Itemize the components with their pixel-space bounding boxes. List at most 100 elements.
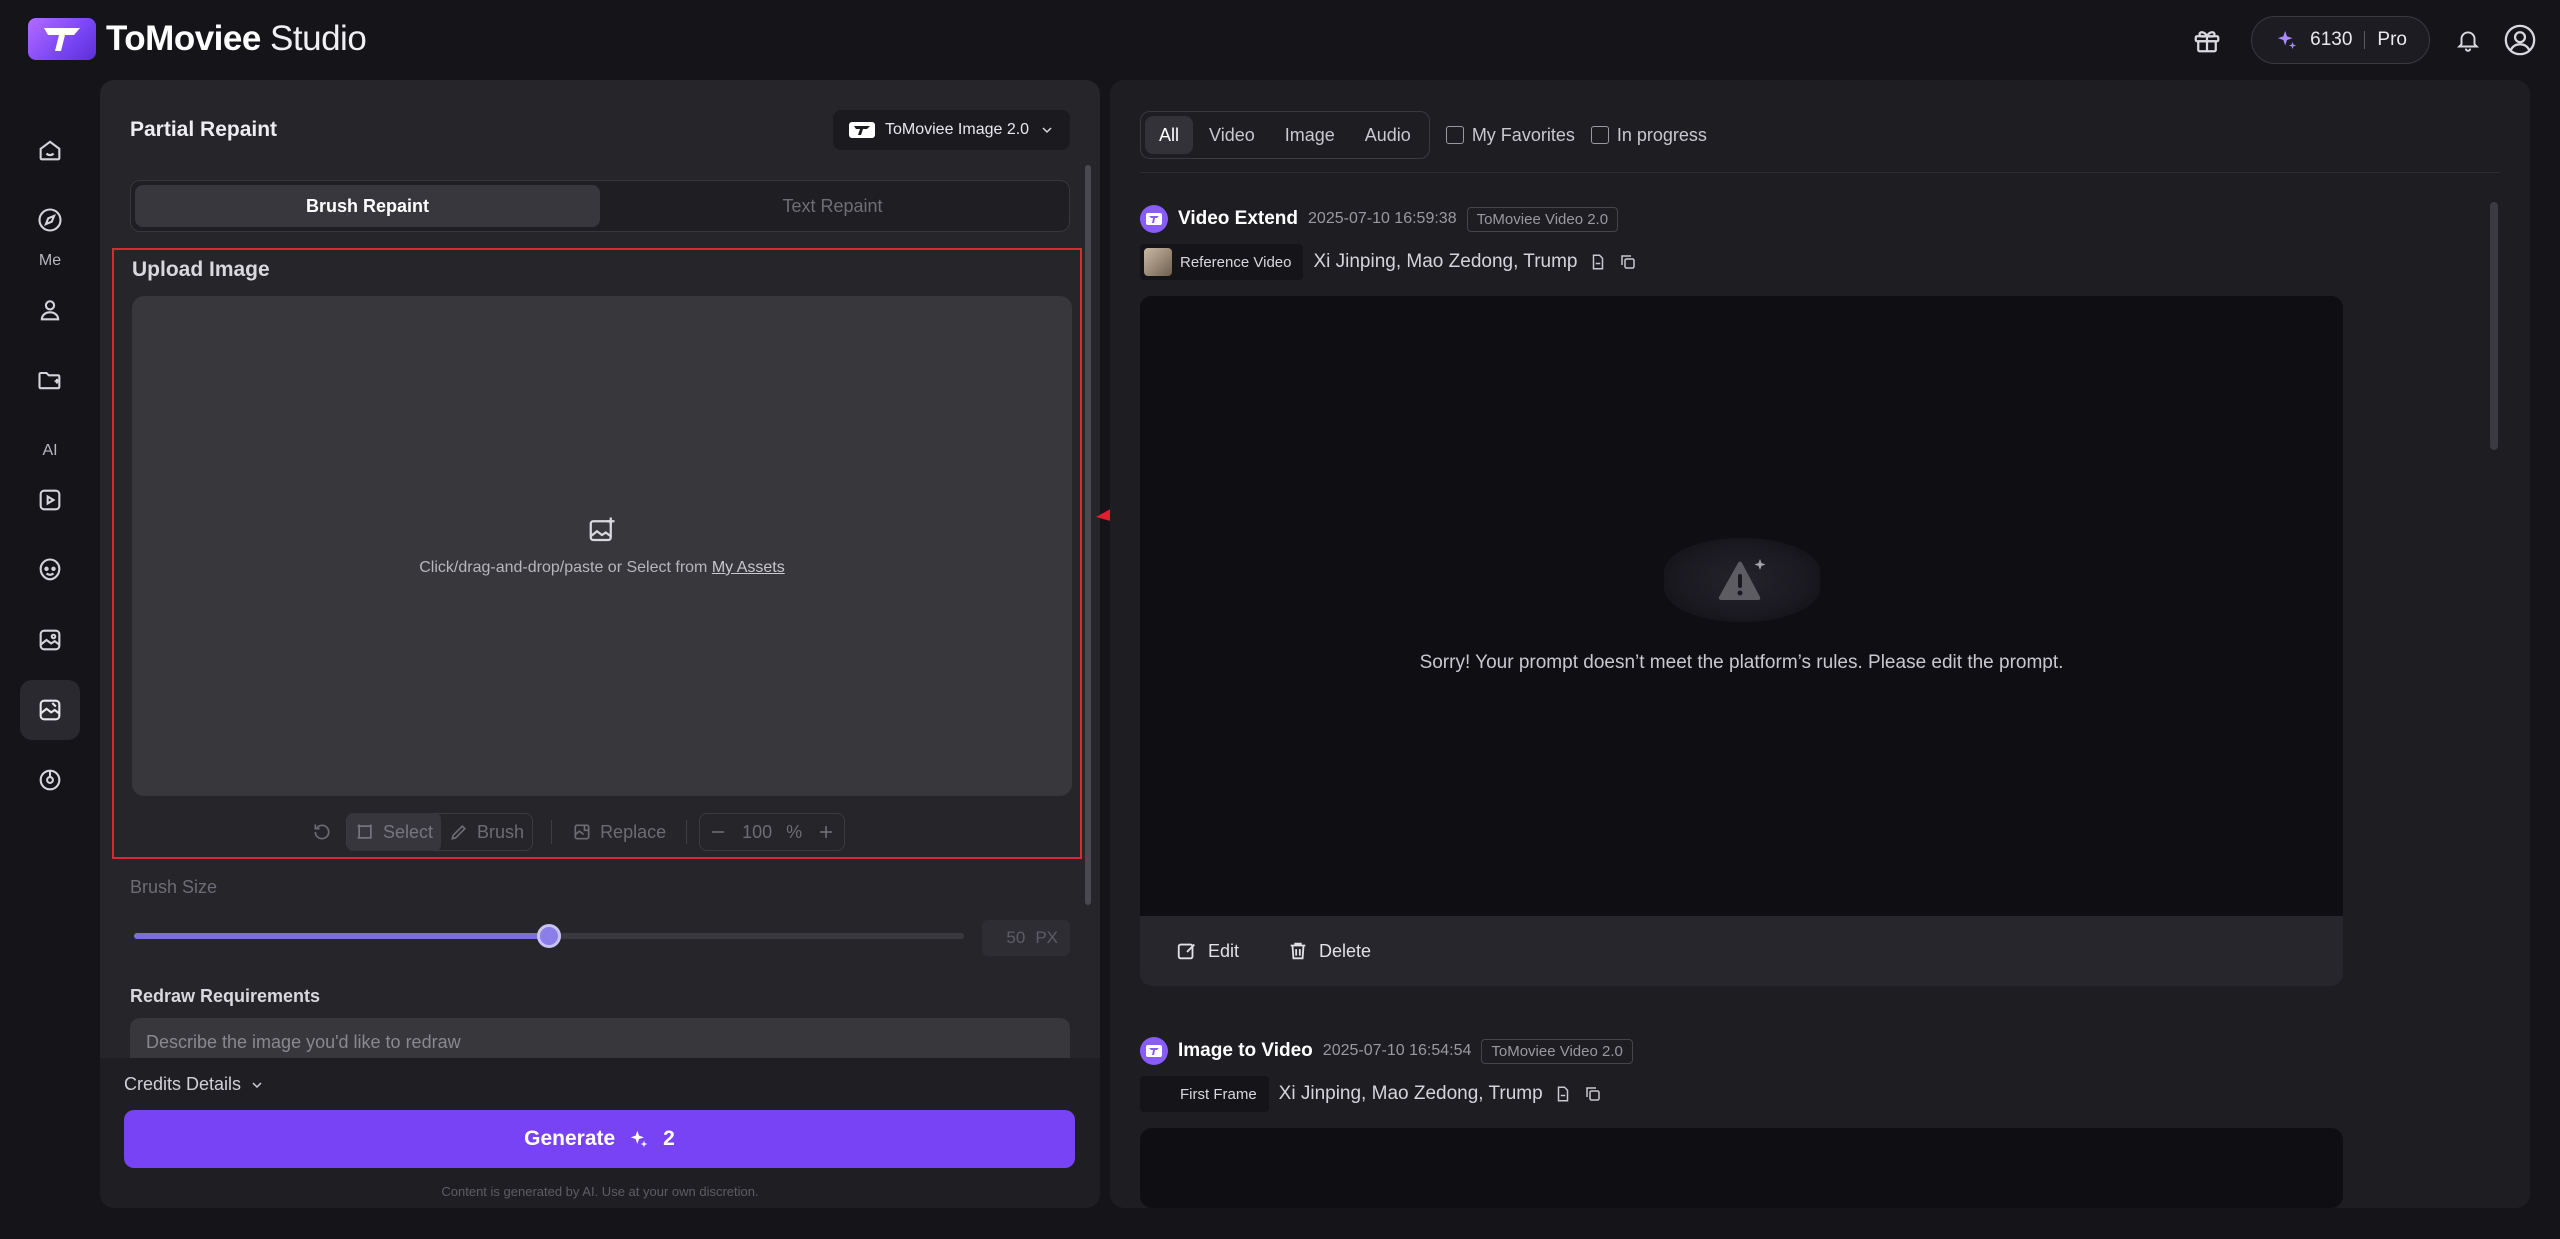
job-time: 2025-07-10 16:54:54 (1322, 1042, 1472, 1059)
redraw-requirements-label: Redraw Requirements (130, 986, 321, 1006)
upload-title: Upload Image (132, 258, 270, 281)
zoom-in-icon[interactable] (816, 822, 836, 842)
slider-handle[interactable] (537, 924, 561, 948)
result-card (1140, 1128, 2343, 1208)
first-frame-tag[interactable]: First Frame (1140, 1076, 1269, 1112)
credits-pill[interactable]: 6130 Pro (2251, 16, 2430, 64)
app-header: ToMoviee Studio 6130 Pro (0, 0, 2560, 80)
sidebar-audio-icon[interactable] (20, 750, 80, 810)
sidebar-image-gen-icon[interactable] (20, 610, 80, 670)
reference-thumbnail (1144, 248, 1172, 276)
select-icon (355, 822, 375, 842)
credits-count: 6130 (2310, 29, 2353, 50)
trash-icon (1287, 940, 1309, 962)
sidebar-folder-icon[interactable] (20, 350, 80, 410)
brand-logo[interactable]: ToMoviee Studio (28, 18, 367, 60)
sidebar-video-icon[interactable] (20, 470, 80, 530)
replace-icon (572, 822, 592, 842)
in-progress-checkbox[interactable]: In progress (1590, 124, 1707, 146)
image-to-video-icon (1140, 1037, 1168, 1065)
toolbar-divider (686, 820, 688, 844)
card-actions: Edit Delete (1140, 916, 2343, 986)
document-icon[interactable] (1588, 252, 1608, 272)
reference-video-tag[interactable]: Reference Video (1140, 244, 1304, 280)
copy-icon[interactable] (1583, 1084, 1603, 1104)
repaint-mode-tabs: Brush Repaint Text Repaint (130, 180, 1070, 232)
zoom-control: 100 % (699, 813, 846, 851)
zoom-unit: % (786, 821, 803, 842)
generate-button[interactable]: Generate 2 (124, 1110, 1075, 1168)
document-icon[interactable] (1553, 1084, 1573, 1104)
generate-cost: 2 (663, 1127, 675, 1150)
brush-size-input[interactable]: 50 PX (982, 920, 1070, 956)
result-card: Sorry! Your prompt doesn’t meet the plat… (1140, 296, 2343, 986)
brand-name: ToMoviee Studio (106, 19, 367, 58)
model-select-label: ToMoviee Image 2.0 (885, 121, 1030, 138)
sidebar-home-icon[interactable] (20, 120, 80, 180)
tab-brush-repaint[interactable]: Brush Repaint (135, 185, 600, 227)
gift-icon[interactable] (2187, 20, 2227, 60)
sparkle-icon (2276, 29, 2298, 51)
zoom-out-icon[interactable] (708, 822, 728, 842)
model-select[interactable]: ToMoviee Image 2.0 (833, 110, 1070, 150)
sparkle-icon (629, 1129, 649, 1149)
panel-footer: Credits Details Generate 2 Content is ge… (100, 1058, 1100, 1208)
sidebar-explore-icon[interactable] (20, 190, 80, 250)
edit-button[interactable]: Edit (1176, 940, 1239, 962)
user-avatar-icon[interactable] (2500, 20, 2540, 60)
add-image-icon (587, 515, 617, 545)
filter-video[interactable]: Video (1195, 116, 1269, 154)
brush-size-value: 50 (1006, 928, 1026, 947)
tab-text-repaint[interactable]: Text Repaint (600, 185, 1065, 227)
filter-bar: All Video Image Audio My Favorites In pr… (1140, 110, 1707, 160)
error-message: Sorry! Your prompt doesn’t meet the plat… (1419, 652, 2064, 673)
result-preview: Sorry! Your prompt doesn’t meet the plat… (1140, 296, 2343, 916)
reset-icon[interactable] (304, 813, 340, 851)
panel-title: Partial Repaint (130, 118, 278, 141)
job-details: First Frame Xi Jinping, Mao Zedong, Trum… (1140, 1076, 1603, 1112)
delete-label: Delete (1319, 940, 1372, 961)
job-model-badge: ToMoviee Video 2.0 (1481, 1038, 1633, 1064)
job-time: 2025-07-10 16:59:38 (1308, 210, 1457, 227)
replace-button[interactable]: Replace (564, 813, 674, 851)
bell-icon[interactable] (2448, 20, 2488, 60)
filter-image[interactable]: Image (1271, 116, 1349, 154)
chevron-down-icon (1039, 122, 1055, 138)
job-name: Image to Video (1178, 1040, 1313, 1061)
plan-label: Pro (2377, 29, 2407, 50)
credits-details-toggle[interactable]: Credits Details (124, 1074, 265, 1095)
replace-label: Replace (600, 821, 667, 842)
job-name: Video Extend (1178, 208, 1299, 229)
job-prompt: Xi Jinping, Mao Zedong, Trump (1278, 1083, 1543, 1104)
my-favorites-checkbox[interactable]: My Favorites (1445, 125, 1575, 146)
brush-icon (449, 822, 469, 842)
filter-audio[interactable]: Audio (1351, 116, 1425, 154)
brush-tool-button[interactable]: Brush (441, 813, 532, 851)
brush-size-slider[interactable] (134, 924, 964, 948)
zoom-value: 100 (742, 821, 773, 842)
checkbox-box[interactable] (1445, 126, 1464, 144)
reference-label: Reference Video (1180, 253, 1292, 271)
drop-instructions: Click/drag-and-drop/paste or Select from… (419, 559, 785, 576)
filter-divider (1140, 172, 2500, 173)
my-assets-link[interactable]: My Assets (712, 559, 785, 576)
results-scrollbar[interactable] (2490, 202, 2498, 450)
edit-icon (1176, 940, 1198, 962)
results-panel: All Video Image Audio My Favorites In pr… (1110, 80, 2530, 1208)
model-logo-icon (849, 122, 875, 138)
job-details: Reference Video Xi Jinping, Mao Zedong, … (1140, 244, 1638, 280)
panel-scrollbar[interactable] (1085, 165, 1091, 905)
sidebar-section-me: Me (38, 252, 62, 269)
delete-button[interactable]: Delete (1287, 940, 1371, 962)
in-progress-label: In progress (1616, 124, 1707, 145)
sidebar-avatar-ai-icon[interactable] (20, 540, 80, 600)
filter-all[interactable]: All (1145, 116, 1194, 154)
sidebar-profile-icon[interactable] (20, 280, 80, 340)
ai-disclaimer: Content is generated by AI. Use at your … (441, 1184, 759, 1199)
select-tool-button[interactable]: Select (347, 813, 442, 851)
checkbox-box[interactable] (1590, 126, 1609, 144)
sidebar-partial-repaint-icon[interactable] (20, 680, 80, 740)
job-header: Image to Video 2025-07-10 16:54:54 ToMov… (1140, 1037, 1633, 1065)
image-drop-zone[interactable]: Click/drag-and-drop/paste or Select from… (132, 296, 1072, 796)
copy-icon[interactable] (1618, 252, 1638, 272)
